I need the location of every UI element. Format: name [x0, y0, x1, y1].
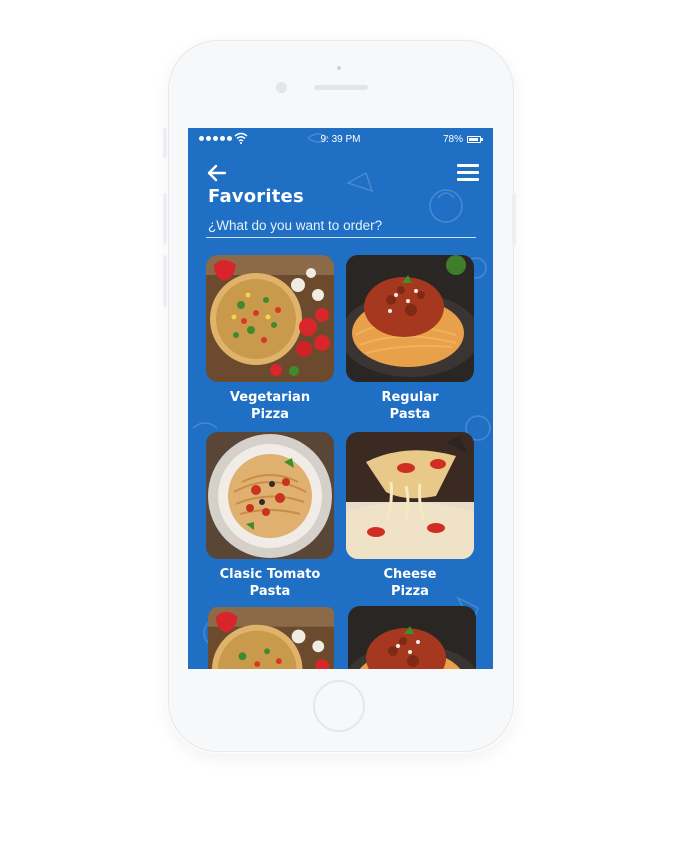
food-card-label-line2: Pizza	[391, 584, 429, 599]
food-card-regular-pasta-2[interactable]	[348, 606, 476, 669]
earpiece-speaker	[314, 85, 368, 90]
food-card-label-line2: Pizza	[251, 407, 289, 422]
home-button[interactable]	[313, 680, 365, 732]
battery-icon	[467, 136, 483, 143]
vegetarian-pizza-image	[206, 255, 334, 382]
food-card-vegetarian-pizza[interactable]: Vegetarian Pizza	[206, 255, 334, 423]
food-card-label-line2: Pasta	[389, 407, 431, 422]
page-title: Favorites	[208, 186, 304, 207]
food-card-vegetarian-pizza-2[interactable]	[208, 606, 336, 669]
mute-switch	[163, 128, 167, 158]
food-card-label-line2: Pasta	[249, 584, 291, 599]
food-card-label: Clasic Tomato Pasta	[206, 566, 334, 600]
food-card-label: Regular Pasta	[346, 389, 474, 423]
food-card-label: Vegetarian Pizza	[206, 389, 334, 423]
food-card-cheese-pizza[interactable]: Cheese Pizza	[346, 432, 474, 600]
food-card-tomato-pasta[interactable]: Clasic Tomato Pasta	[206, 432, 334, 600]
food-card-label-line1: Vegetarian	[229, 390, 311, 405]
search-input[interactable]	[206, 214, 476, 238]
volume-down-button	[163, 255, 167, 307]
vegetarian-pizza-image	[208, 606, 336, 669]
tomato-pasta-image	[206, 432, 334, 559]
back-arrow-icon[interactable]	[206, 162, 228, 184]
food-card-label-line1: Regular	[381, 390, 439, 405]
power-button	[512, 193, 516, 245]
food-card-regular-pasta[interactable]: Regular Pasta	[346, 255, 474, 423]
app-screen: 9: 39 PM 78% Favorites ¿What do you want…	[188, 128, 493, 669]
regular-pasta-image	[348, 606, 476, 669]
volume-up-button	[163, 193, 167, 245]
front-camera	[276, 82, 287, 93]
proximity-sensor	[337, 66, 341, 70]
status-bar: 9: 39 PM 78%	[188, 128, 493, 150]
food-card-label: Cheese Pizza	[346, 566, 474, 600]
battery-percentage: 78%	[442, 134, 463, 145]
food-card-label-line1: Clasic Tomato	[219, 567, 321, 582]
hamburger-menu-icon[interactable]	[457, 164, 479, 182]
cheese-pizza-image	[346, 432, 474, 559]
regular-pasta-image	[346, 255, 474, 382]
food-card-label-line1: Cheese	[383, 567, 437, 582]
